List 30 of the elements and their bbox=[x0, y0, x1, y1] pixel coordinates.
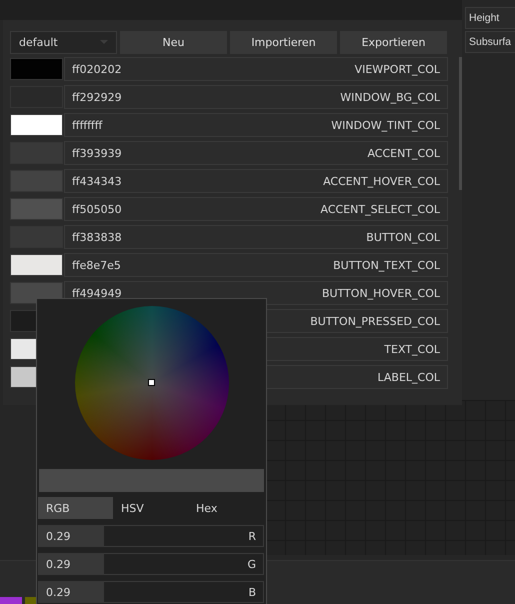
channel-slider[interactable]: 0.29 B bbox=[38, 581, 264, 603]
color-field[interactable]: ffe8e7e5 BUTTON_TEXT_COL bbox=[64, 253, 448, 277]
preset-dropdown[interactable]: default bbox=[10, 31, 117, 54]
color-field[interactable]: ff383838 BUTTON_COL bbox=[64, 225, 448, 249]
toolbar-button[interactable]: Exportieren bbox=[340, 31, 447, 54]
color-field[interactable]: ff505050 ACCENT_SELECT_COL bbox=[64, 197, 448, 221]
channel-slider[interactable]: 0.29 G bbox=[38, 553, 264, 575]
color-swatch[interactable] bbox=[10, 254, 63, 276]
channel-slider[interactable]: 0.29 R bbox=[38, 525, 264, 547]
mode-tab[interactable]: Hex bbox=[188, 497, 263, 519]
mode-tab[interactable]: HSV bbox=[113, 497, 188, 519]
mode-tab[interactable]: RGB bbox=[38, 497, 113, 519]
color-swatch[interactable] bbox=[10, 170, 63, 192]
scrollbar[interactable] bbox=[459, 57, 462, 190]
color-field[interactable]: ff292929 WINDOW_BG_COL bbox=[64, 85, 448, 109]
property-field[interactable]: Subsurfa bbox=[465, 31, 515, 53]
color-field[interactable]: ff393939 ACCENT_COL bbox=[64, 141, 448, 165]
wheel-marker[interactable] bbox=[148, 379, 154, 386]
value-bar[interactable] bbox=[39, 469, 264, 492]
color-field[interactable]: ff434343 ACCENT_HOVER_COL bbox=[64, 169, 448, 193]
toolbar-button[interactable]: Neu bbox=[120, 31, 227, 54]
color-field[interactable]: ffffffff WINDOW_TINT_COL bbox=[64, 113, 448, 137]
property-field[interactable]: Height bbox=[465, 7, 515, 29]
color-swatch[interactable] bbox=[10, 58, 63, 80]
color-swatch[interactable] bbox=[10, 114, 63, 136]
color-field[interactable]: ff020202 VIEWPORT_COL bbox=[64, 57, 448, 81]
color-chip bbox=[0, 597, 22, 604]
color-chip bbox=[25, 597, 36, 604]
toolbar-button[interactable]: Importieren bbox=[230, 31, 337, 54]
color-swatch[interactable] bbox=[10, 198, 63, 220]
